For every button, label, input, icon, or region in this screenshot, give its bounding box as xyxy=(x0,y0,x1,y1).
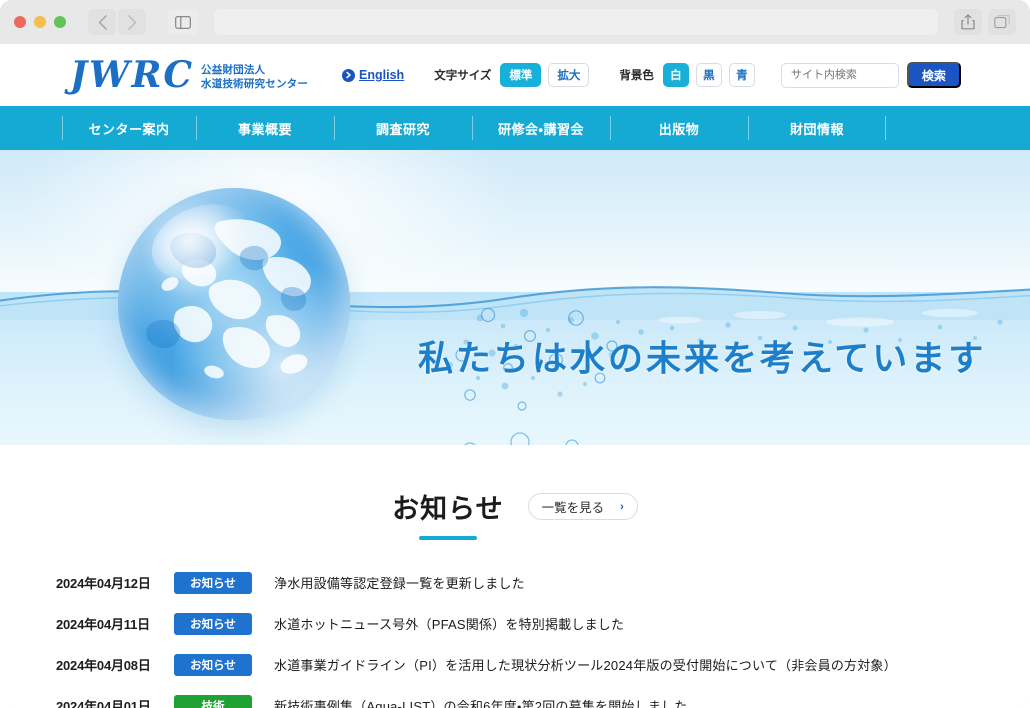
tab-overview-button[interactable] xyxy=(988,9,1016,35)
news-item-title[interactable]: 水道事業ガイドライン（PI）を活用した現状分析ツール2024年版の受付開始につい… xyxy=(274,655,897,674)
font-size-controls: 文字サイズ 標準 拡大 xyxy=(434,63,590,87)
sidebar-toggle-icon xyxy=(175,15,191,29)
news-item-badge: お知らせ xyxy=(174,612,252,635)
news-title-wrapper: お知らせ xyxy=(392,487,503,540)
global-navigation: センター案内 事業概要 調査研究 研修会・講習会 出版物 財団情報 xyxy=(0,106,1030,150)
site-logo[interactable]: JWRC 公益財団法人 水道技術研究センター xyxy=(70,57,308,93)
bg-color-black-button[interactable]: 黒 xyxy=(695,63,722,87)
share-icon xyxy=(961,14,975,30)
forward-button[interactable] xyxy=(118,9,146,35)
news-item-date: 2024年04月12日 xyxy=(56,576,151,591)
nav-item-foundation-info[interactable]: 財団情報 xyxy=(748,106,886,150)
background-color-label: 背景色 xyxy=(619,70,654,82)
window-controls xyxy=(14,16,66,28)
news-section: お知らせ 一覧を見る › 2024年04月12日 お知らせ 浄水用設備等認定登録… xyxy=(0,445,1030,708)
back-button[interactable] xyxy=(88,9,116,35)
news-view-all-label: 一覧を見る xyxy=(541,501,605,515)
news-list-item[interactable]: 2024年04月11日 お知らせ 水道ホットニュース号外（PFAS関係）を特別掲… xyxy=(56,603,974,644)
news-item-title[interactable]: 水道ホットニュース号外（PFAS関係）を特別掲載しました xyxy=(274,614,624,633)
browser-toolbar-right xyxy=(954,9,1016,35)
nav-item-training[interactable]: 研修会・講習会 xyxy=(472,106,610,150)
search-button[interactable]: 検索 xyxy=(906,62,961,88)
chevron-right-circle-icon xyxy=(342,68,356,82)
news-list-item[interactable]: 2024年04月08日 お知らせ 水道事業ガイドライン（PI）を活用した現状分析… xyxy=(56,644,974,685)
font-size-large-button[interactable]: 拡大 xyxy=(548,63,590,87)
nav-item-publications[interactable]: 出版物 xyxy=(610,106,748,150)
sidebar-toggle-button[interactable] xyxy=(168,9,198,35)
browser-window: JWRC 公益財団法人 水道技術研究センター English 文字サイズ 標準 … xyxy=(0,0,1030,708)
logo-wordmark: JWRC xyxy=(70,54,195,96)
hero-bubbles xyxy=(447,307,1003,445)
chevron-right-icon xyxy=(127,14,136,30)
site-search: 検索 xyxy=(780,62,961,88)
news-item-badge: 技術 xyxy=(174,694,252,708)
minimize-window-button[interactable] xyxy=(34,16,46,28)
nav-item-center-guide[interactable]: センター案内 xyxy=(62,106,196,150)
logo-subtitle: 公益財団法人 水道技術研究センター xyxy=(201,63,308,93)
news-list-item[interactable]: 2024年04月01日 技術 新技術事例集（Aqua-LIST）の令和6年度・第… xyxy=(56,685,974,708)
site-header: JWRC 公益財団法人 水道技術研究センター English 文字サイズ 標準 … xyxy=(0,44,1030,106)
maximize-window-button[interactable] xyxy=(54,16,66,28)
nav-item-research[interactable]: 調査研究 xyxy=(334,106,472,150)
share-button[interactable] xyxy=(954,9,982,35)
close-window-button[interactable] xyxy=(14,16,26,28)
hero-banner: 私たちは水の未来を考えています xyxy=(0,150,1030,445)
news-item-badge: お知らせ xyxy=(174,653,252,676)
hero-headline: 私たちは水の未来を考えています xyxy=(418,339,987,379)
tab-overview-icon xyxy=(994,15,1010,29)
english-link-label: English xyxy=(359,68,405,82)
news-header: お知らせ 一覧を見る › xyxy=(0,487,1030,540)
font-size-label: 文字サイズ xyxy=(434,70,492,82)
news-item-date: 2024年04月11日 xyxy=(56,617,150,632)
news-title-underline xyxy=(418,536,477,540)
news-item-title[interactable]: 浄水用設備等認定登録一覧を更新しました xyxy=(274,573,525,592)
news-list-item[interactable]: 2024年04月12日 お知らせ 浄水用設備等認定登録一覧を更新しました xyxy=(56,562,974,603)
english-language-link[interactable]: English xyxy=(342,68,404,82)
font-size-standard-button[interactable]: 標準 xyxy=(500,63,542,87)
bg-color-white-button[interactable]: 白 xyxy=(662,63,689,87)
page-viewport: JWRC 公益財団法人 水道技術研究センター English 文字サイズ 標準 … xyxy=(0,44,1030,708)
news-list: 2024年04月12日 お知らせ 浄水用設備等認定登録一覧を更新しました 202… xyxy=(0,562,1030,708)
news-item-title[interactable]: 新技術事例集（Aqua-LIST）の令和6年度・第2回の募集を開始しました xyxy=(274,696,687,708)
news-item-date: 2024年04月01日 xyxy=(56,699,151,708)
news-item-date: 2024年04月08日 xyxy=(56,658,151,673)
news-item-badge: お知らせ xyxy=(174,571,252,594)
address-bar[interactable] xyxy=(214,9,938,35)
background-color-controls: 背景色 白 黒 青 xyxy=(619,63,755,87)
nav-item-business-overview[interactable]: 事業概要 xyxy=(196,106,334,150)
browser-titlebar xyxy=(0,0,1030,44)
search-input[interactable] xyxy=(780,62,899,88)
logo-subtitle-line1: 公益財団法人 xyxy=(201,63,266,76)
chevron-right-icon: › xyxy=(620,500,624,513)
bg-color-blue-button[interactable]: 青 xyxy=(728,63,755,87)
browser-navigation xyxy=(88,9,146,35)
logo-subtitle-line2: 水道技術研究センター xyxy=(201,77,309,90)
news-view-all-button[interactable]: 一覧を見る › xyxy=(527,493,638,520)
news-title: お知らせ xyxy=(392,494,504,524)
chevron-left-icon xyxy=(98,14,107,30)
